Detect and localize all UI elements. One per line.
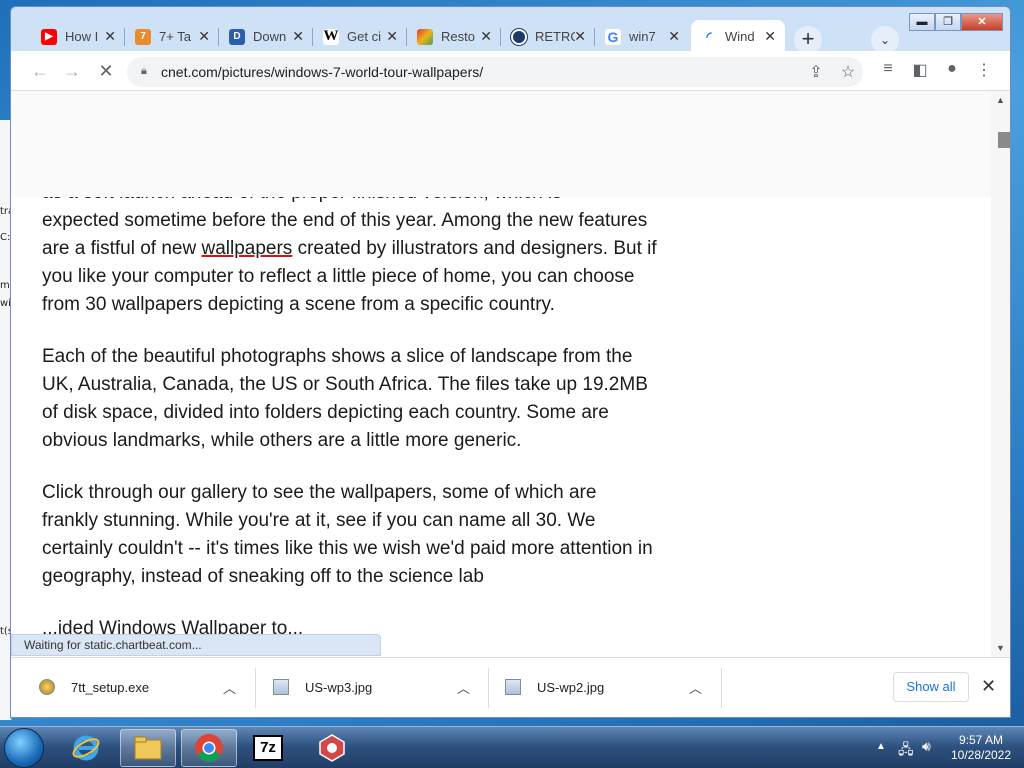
article-paragraph: Each of the beautiful photographs shows … — [42, 346, 648, 451]
download-site-icon: D — [229, 28, 245, 45]
tab-title: Wind — [725, 29, 755, 44]
tab-restore[interactable]: Resto ✕ — [407, 20, 501, 53]
restore-icon — [417, 28, 433, 45]
close-tab-icon[interactable]: ✕ — [574, 28, 586, 44]
close-tab-icon[interactable]: ✕ — [668, 28, 680, 44]
download-item[interactable]: US-wp2.jpg ︿ — [505, 658, 725, 716]
loading-spinner-icon: ◜ — [701, 28, 717, 45]
reading-list-icon[interactable]: ≡ — [877, 60, 899, 78]
tab-download[interactable]: D Down ✕ — [219, 20, 313, 53]
back-arrow-icon[interactable]: ← — [29, 60, 51, 82]
article-paragraph: as a soft launch ahead of the proper fin… — [42, 179, 657, 319]
tab-title: 7+ Ta — [159, 29, 191, 44]
chrome-icon[interactable] — [181, 729, 237, 767]
scrollbar-thumb[interactable] — [998, 132, 1010, 148]
new-tab-button[interactable]: + — [794, 26, 822, 54]
7zip-icon[interactable]: 7z — [240, 729, 296, 767]
behind-text: C: — [0, 232, 11, 243]
tab-search-button[interactable]: ⌄ — [871, 26, 899, 54]
internet-explorer-icon[interactable] — [58, 729, 114, 767]
clock-date: 10/28/2022 — [950, 748, 1012, 762]
tab-title: RETRO — [535, 29, 575, 44]
clock-time: 9:57 AM — [958, 733, 1004, 747]
bookmark-star-icon[interactable]: ☆ — [837, 62, 859, 82]
close-tab-icon[interactable]: ✕ — [292, 28, 304, 44]
page-viewport: as a soft launch ahead of the proper fin… — [11, 91, 1010, 657]
close-window-button[interactable]: ✕ — [961, 13, 1003, 31]
close-download-shelf-icon[interactable]: ✕ — [981, 676, 996, 697]
google-icon: G — [605, 28, 621, 45]
tab-wikipedia[interactable]: W Get ci ✕ — [313, 20, 407, 53]
close-tab-icon[interactable]: ✕ — [764, 28, 776, 44]
download-filename: 7tt_setup.exe — [71, 679, 150, 695]
close-tab-icon[interactable]: ✕ — [198, 28, 210, 44]
menu-kebab-icon[interactable]: ⋮ — [973, 60, 995, 80]
tab-title: Get ci — [347, 29, 381, 44]
download-filename: US-wp2.jpg — [537, 679, 605, 695]
article-body: as a soft launch ahead of the proper fin… — [42, 179, 657, 657]
file-explorer-icon[interactable] — [120, 729, 176, 767]
tab-google-win7[interactable]: G win7 ✕ — [595, 20, 689, 53]
show-all-downloads-button[interactable]: Show all — [893, 672, 969, 702]
download-item[interactable]: 7tt_setup.exe ︿ — [39, 658, 259, 716]
lock-icon: 🔒︎ — [141, 65, 147, 77]
retro-icon — [511, 28, 527, 45]
close-tab-icon[interactable]: ✕ — [104, 28, 116, 44]
image-file-icon — [273, 679, 289, 695]
maximize-button[interactable]: ❐ — [935, 13, 961, 31]
ad-banner-area — [11, 91, 991, 197]
download-shelf: 7tt_setup.exe ︿ US-wp3.jpg ︿ US-wp2.jpg … — [11, 657, 1010, 717]
tab-title: Resto — [441, 29, 475, 44]
close-tab-icon[interactable]: ✕ — [386, 28, 398, 44]
vertical-scrollbar[interactable]: ▲ ▼ — [991, 91, 1010, 657]
profile-avatar-icon[interactable]: ● — [941, 60, 963, 78]
chrome-window: ▶ How I ✕ 7 7+ Ta ✕ D Down ✕ W Get ci ✕ … — [10, 6, 1011, 718]
network-icon[interactable]: 🖧︎ — [898, 739, 914, 763]
app-icon[interactable] — [304, 729, 360, 767]
installer-icon — [39, 679, 55, 695]
minimize-button[interactable]: ▬ — [909, 13, 935, 31]
status-bubble: Waiting for static.chartbeat.com... — [11, 634, 381, 656]
tab-retro[interactable]: RETRO ✕ — [501, 20, 595, 53]
tab-title: How I — [65, 29, 99, 44]
tab-active-windows[interactable]: ◜ Wind ✕ — [691, 20, 785, 53]
tab-title: Down — [253, 29, 287, 44]
chevron-up-icon[interactable]: ︿ — [223, 678, 236, 697]
share-icon[interactable]: ⇪ — [805, 62, 827, 82]
wallpapers-link[interactable]: wallpapers — [201, 238, 292, 259]
stop-loading-icon[interactable]: ✕ — [95, 60, 117, 82]
toolbar: ← → ✕ 🔒︎ cnet.com/pictures/windows-7-wor… — [11, 51, 1010, 91]
tab-youtube[interactable]: ▶ How I ✕ — [31, 20, 125, 53]
article-paragraph: Click through our gallery to see the wal… — [42, 482, 653, 587]
address-bar[interactable]: 🔒︎ cnet.com/pictures/windows-7-world-tou… — [127, 57, 863, 87]
chevron-up-icon[interactable]: ︿ — [689, 678, 702, 697]
scroll-up-icon[interactable]: ▲ — [996, 95, 1005, 105]
clock[interactable]: 9:57 AM 10/28/2022 — [946, 733, 1016, 763]
volume-icon[interactable]: 🔊︎ — [922, 738, 931, 755]
tab-title: win7 — [629, 29, 656, 44]
wikipedia-icon: W — [323, 28, 339, 45]
youtube-icon: ▶ — [41, 28, 57, 45]
forward-arrow-icon[interactable]: → — [61, 60, 83, 82]
url-text: cnet.com/pictures/windows-7-world-tour-w… — [161, 64, 484, 80]
image-file-icon — [505, 679, 521, 695]
side-panel-icon[interactable]: ◧ — [909, 60, 931, 80]
scroll-down-icon[interactable]: ▼ — [996, 643, 1005, 653]
tab-strip: ▶ How I ✕ 7 7+ Ta ✕ D Down ✕ W Get ci ✕ … — [11, 7, 1010, 54]
download-filename: US-wp3.jpg — [305, 679, 373, 695]
taskbar: 7z ▲ 🖧︎ 🔊︎ 9:57 AM 10/28/2022 — [0, 726, 1024, 768]
page-icon: 7 — [135, 28, 151, 45]
close-tab-icon[interactable]: ✕ — [480, 28, 492, 44]
tab-7-taskbar[interactable]: 7 7+ Ta ✕ — [125, 20, 219, 53]
download-item[interactable]: US-wp3.jpg ︿ — [273, 658, 493, 716]
start-button[interactable] — [4, 728, 44, 768]
chevron-up-icon[interactable]: ︿ — [457, 678, 470, 697]
show-hidden-icons[interactable]: ▲ — [876, 741, 886, 752]
